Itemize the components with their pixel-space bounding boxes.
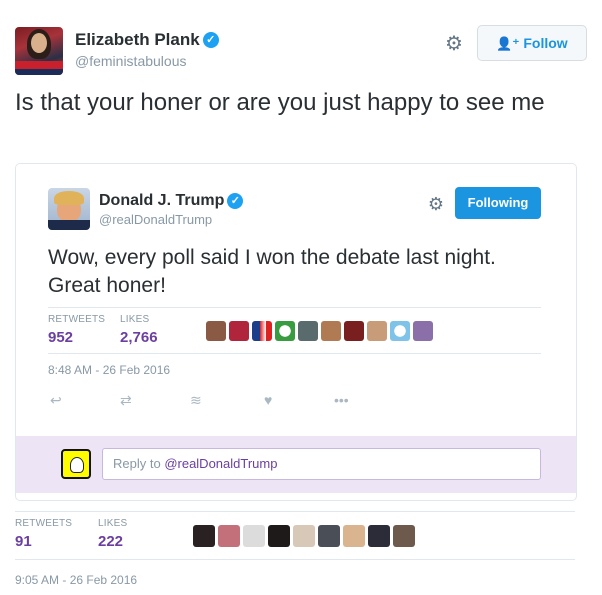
add-user-icon: 👤⁺ bbox=[496, 36, 520, 51]
reply-icon[interactable]: ↩ bbox=[50, 391, 62, 409]
author-names: Elizabeth Plank ✓ @feministabulous bbox=[75, 30, 219, 69]
likes-stat[interactable]: LIKES 2,766 bbox=[120, 314, 158, 346]
likes-stat[interactable]: LIKES 222 bbox=[98, 518, 127, 550]
divider bbox=[15, 511, 575, 512]
avatar[interactable] bbox=[344, 321, 364, 341]
quoted-author-avatar[interactable] bbox=[48, 188, 90, 230]
quoted-timestamp[interactable]: 8:48 AM - 26 Feb 2016 bbox=[48, 363, 170, 377]
tweet-timestamp[interactable]: 9:05 AM - 26 Feb 2016 bbox=[15, 573, 137, 587]
avatar[interactable] bbox=[321, 321, 341, 341]
author-avatar[interactable] bbox=[15, 27, 63, 75]
gear-icon[interactable]: ⚙ bbox=[426, 194, 446, 214]
retweet-icon[interactable]: ⇄ bbox=[120, 391, 132, 409]
author-handle[interactable]: @feministabulous bbox=[75, 53, 219, 69]
divider bbox=[48, 307, 541, 308]
tweet-actions: ↩ ⇄ ≋ ♥ ••• bbox=[48, 391, 368, 411]
avatar[interactable] bbox=[390, 321, 410, 341]
avatar[interactable] bbox=[393, 525, 415, 547]
quoted-author-name[interactable]: Donald J. Trump bbox=[99, 192, 224, 210]
retweets-count: 952 bbox=[48, 329, 74, 346]
viewer-avatar bbox=[61, 449, 91, 479]
buffer-icon[interactable]: ≋ bbox=[190, 391, 202, 409]
avatar[interactable] bbox=[268, 525, 290, 547]
reply-prefix: Reply to bbox=[113, 456, 165, 471]
heart-icon[interactable]: ♥ bbox=[264, 391, 272, 409]
avatar[interactable] bbox=[206, 321, 226, 341]
likes-label: LIKES bbox=[98, 518, 128, 529]
reply-bar: Reply to @realDonaldTrump bbox=[16, 436, 576, 493]
follow-button[interactable]: 👤⁺ Follow bbox=[477, 25, 587, 61]
retweets-count: 91 bbox=[15, 533, 32, 550]
verified-badge-icon: ✓ bbox=[202, 32, 219, 48]
likers-avatars bbox=[193, 525, 415, 547]
avatar[interactable] bbox=[413, 321, 433, 341]
avatar[interactable] bbox=[298, 321, 318, 341]
retweets-label: RETWEETS bbox=[48, 314, 106, 325]
avatar[interactable] bbox=[193, 525, 215, 547]
likes-count: 222 bbox=[98, 533, 124, 550]
avatar[interactable] bbox=[318, 525, 340, 547]
divider bbox=[48, 353, 541, 354]
likes-label: LIKES bbox=[120, 314, 150, 325]
author-name[interactable]: Elizabeth Plank bbox=[75, 30, 200, 50]
avatar[interactable] bbox=[293, 525, 315, 547]
gear-icon[interactable]: ⚙ bbox=[444, 34, 464, 54]
avatar[interactable] bbox=[252, 321, 272, 341]
follow-button-label: Follow bbox=[523, 35, 568, 51]
reply-mention: @realDonaldTrump bbox=[164, 456, 278, 471]
retweets-stat[interactable]: RETWEETS 91 bbox=[15, 518, 72, 550]
quoted-tweet[interactable]: Donald J. Trump ✓ @realDonaldTrump ⚙ Foll… bbox=[15, 163, 577, 501]
retweets-stat[interactable]: RETWEETS 952 bbox=[48, 314, 105, 346]
tweet-header: Elizabeth Plank ✓ @feministabulous ⚙ 👤⁺ Fo… bbox=[15, 22, 587, 78]
more-icon[interactable]: ••• bbox=[334, 391, 349, 409]
likes-count: 2,766 bbox=[120, 329, 158, 346]
quoted-author-names: Donald J. Trump ✓ @realDonaldTrump bbox=[99, 192, 244, 227]
avatar[interactable] bbox=[367, 321, 387, 341]
following-button[interactable]: Following bbox=[455, 187, 541, 219]
quoted-author-handle[interactable]: @realDonaldTrump bbox=[99, 212, 243, 227]
avatar[interactable] bbox=[368, 525, 390, 547]
retweets-label: RETWEETS bbox=[15, 518, 73, 529]
reply-input[interactable]: Reply to @realDonaldTrump bbox=[102, 448, 541, 480]
verified-badge-icon: ✓ bbox=[227, 193, 244, 209]
avatar[interactable] bbox=[229, 321, 249, 341]
quoted-tweet-text: Wow, every poll said I won the debate la… bbox=[48, 246, 496, 297]
divider bbox=[15, 559, 575, 560]
likers-avatars bbox=[206, 321, 433, 341]
tweet-text: Is that your honer or are you just happy… bbox=[15, 89, 545, 116]
avatar[interactable] bbox=[218, 525, 240, 547]
avatar[interactable] bbox=[243, 525, 265, 547]
avatar[interactable] bbox=[343, 525, 365, 547]
avatar[interactable] bbox=[275, 321, 295, 341]
